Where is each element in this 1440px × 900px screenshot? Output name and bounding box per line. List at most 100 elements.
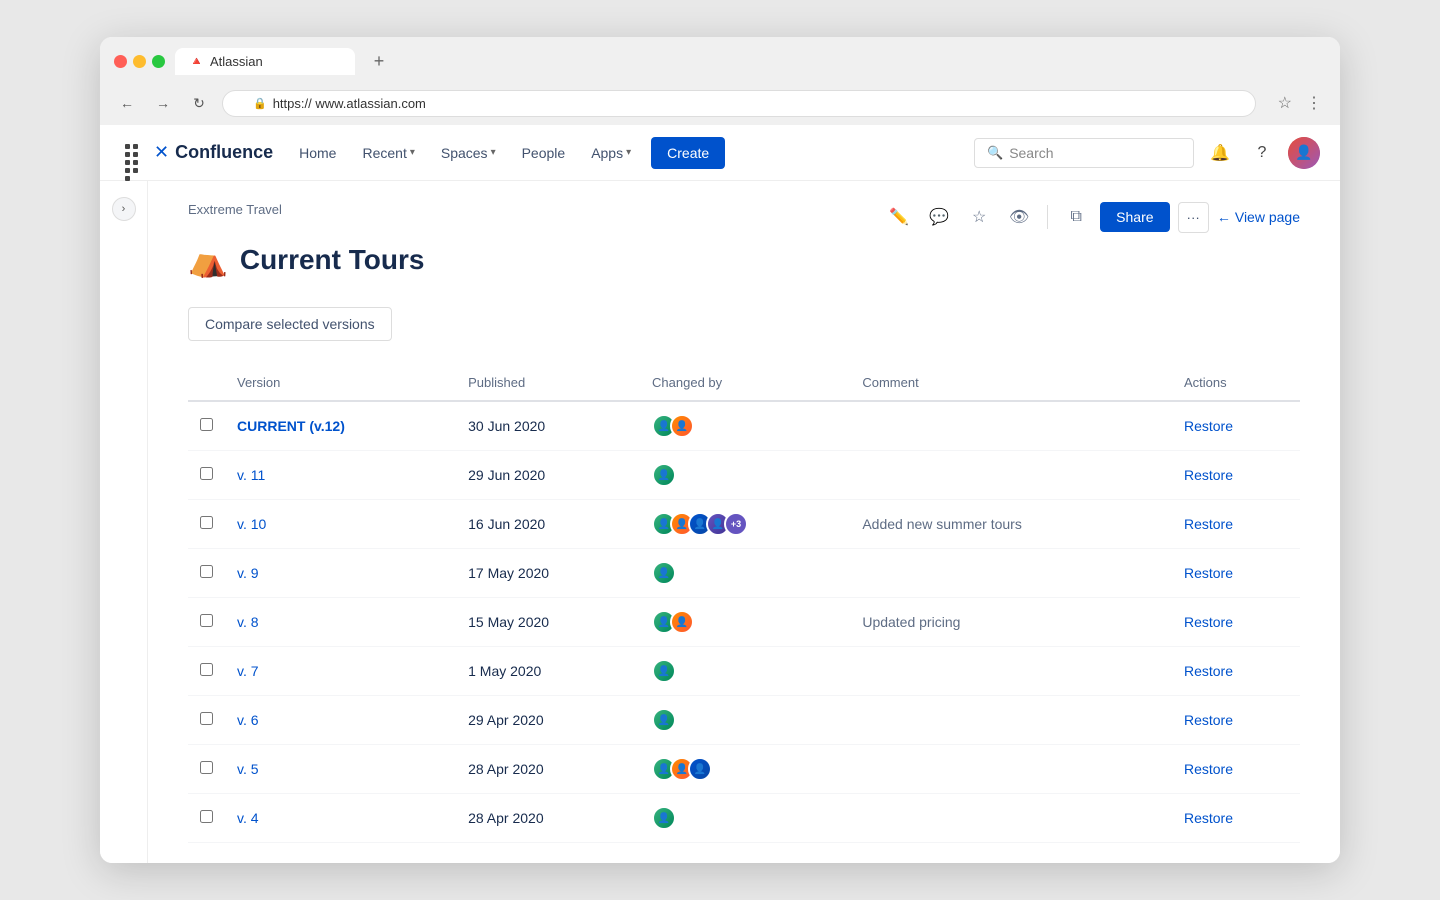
back-arrow-icon: ← <box>1217 209 1231 225</box>
nav-apps[interactable]: Apps ▾ <box>581 137 641 169</box>
create-button[interactable]: Create <box>651 137 725 169</box>
published-date: 16 Jun 2020 <box>456 500 640 549</box>
search-icon: 🔍 <box>987 145 1003 161</box>
restore-link[interactable]: Restore <box>1184 761 1233 777</box>
top-navigation: ✕ Confluence Home Recent ▾ Spaces ▾ Peop… <box>100 125 1340 181</box>
comment-col-header: Comment <box>850 365 1172 401</box>
minimize-button[interactable] <box>133 55 146 68</box>
url-text: https:// www.atlassian.com <box>273 96 426 111</box>
avatar-small: 👤 <box>670 610 694 634</box>
restore-link[interactable]: Restore <box>1184 516 1233 532</box>
close-button[interactable] <box>114 55 127 68</box>
version-link[interactable]: v. 9 <box>237 565 259 581</box>
row-checkbox[interactable] <box>200 810 213 823</box>
notifications-button[interactable]: 🔔 <box>1204 137 1236 169</box>
version-col-header: Version <box>225 365 456 401</box>
row-checkbox[interactable] <box>200 614 213 627</box>
avatar-small: 👤 <box>652 806 676 830</box>
bookmark-button[interactable]: ☆ <box>1274 89 1296 117</box>
grid-icon[interactable] <box>120 139 148 167</box>
traffic-lights <box>114 55 165 68</box>
nav-recent[interactable]: Recent ▾ <box>352 137 424 169</box>
row-checkbox[interactable] <box>200 418 213 431</box>
share-button[interactable]: Share <box>1100 202 1169 232</box>
table-row: v. 428 Apr 2020👤Restore <box>188 794 1300 843</box>
published-date: 29 Apr 2020 <box>456 696 640 745</box>
help-button[interactable]: ? <box>1246 137 1278 169</box>
avatars-group: 👤 <box>652 561 838 585</box>
tab-label: Atlassian <box>210 54 263 69</box>
avatars-group: 👤 <box>652 806 838 830</box>
restore-link[interactable]: Restore <box>1184 565 1233 581</box>
nav-home[interactable]: Home <box>289 137 346 169</box>
search-box[interactable]: 🔍 Search <box>974 138 1194 168</box>
table-row: v. 528 Apr 2020👤👤👤Restore <box>188 745 1300 794</box>
compare-versions-button[interactable]: Compare selected versions <box>188 307 392 341</box>
restore-link[interactable]: Restore <box>1184 614 1233 630</box>
row-checkbox[interactable] <box>200 516 213 529</box>
row-checkbox[interactable] <box>200 467 213 480</box>
page-title: Current Tours <box>240 244 425 276</box>
more-button[interactable]: ··· <box>1178 202 1209 233</box>
avatars-group: 👤👤👤👤+3 <box>652 512 838 536</box>
row-checkbox[interactable] <box>200 712 213 725</box>
nav-people[interactable]: People <box>512 137 576 169</box>
avatars-group: 👤 <box>652 463 838 487</box>
published-date: 1 May 2020 <box>456 647 640 696</box>
page-title-area: ⛺ Current Tours <box>188 241 1300 279</box>
address-bar[interactable]: 🔒 https:// www.atlassian.com <box>222 90 1256 117</box>
version-link[interactable]: v. 11 <box>237 467 265 483</box>
avatar-count: +3 <box>724 512 748 536</box>
avatar-small: 👤 <box>652 561 676 585</box>
version-link[interactable]: CURRENT (v.12) <box>237 418 345 434</box>
comment-text <box>850 647 1172 696</box>
version-link[interactable]: v. 6 <box>237 712 259 728</box>
version-link[interactable]: v. 8 <box>237 614 259 630</box>
restore-link[interactable]: Restore <box>1184 712 1233 728</box>
version-link[interactable]: v. 4 <box>237 810 259 826</box>
back-button[interactable]: ← <box>114 90 140 116</box>
published-date: 15 May 2020 <box>456 598 640 647</box>
version-link[interactable]: v. 10 <box>237 516 266 532</box>
view-page-link[interactable]: ← View page <box>1217 209 1300 225</box>
version-link[interactable]: v. 7 <box>237 663 259 679</box>
row-checkbox[interactable] <box>200 663 213 676</box>
restore-link[interactable]: Restore <box>1184 418 1233 434</box>
forward-button[interactable]: → <box>150 90 176 116</box>
table-row: v. 9 17 May 2020 👤 Restore <box>188 549 1300 598</box>
table-row: v. 7 1 May 2020 👤 Restore <box>188 647 1300 696</box>
new-tab-button[interactable]: + <box>365 47 393 75</box>
sidebar-toggle-area: › <box>100 181 148 863</box>
row-checkbox[interactable] <box>200 761 213 774</box>
page-actions: ✏️ 💬 ☆ 👁 ⧉ Share ··· ← View page <box>883 201 1300 233</box>
nav-spaces[interactable]: Spaces ▾ <box>431 137 506 169</box>
version-table: Version Published Changed by Comment Act… <box>188 365 1300 843</box>
maximize-button[interactable] <box>152 55 165 68</box>
version-link[interactable]: v. 5 <box>237 761 259 777</box>
edit-button[interactable]: ✏️ <box>883 201 915 233</box>
restore-link[interactable]: Restore <box>1184 810 1233 826</box>
avatar-small: 👤 <box>670 414 694 438</box>
table-row: v. 629 Apr 2020👤Restore <box>188 696 1300 745</box>
spaces-arrow: ▾ <box>491 147 496 158</box>
row-checkbox[interactable] <box>200 565 213 578</box>
comment-text: Updated pricing <box>850 598 1172 647</box>
browser-tab[interactable]: 🔺 Atlassian <box>175 48 355 75</box>
copy-button[interactable]: ⧉ <box>1060 201 1092 233</box>
comment-text <box>850 696 1172 745</box>
published-date: 17 May 2020 <box>456 549 640 598</box>
more-options-button[interactable]: ⋮ <box>1302 89 1326 117</box>
user-avatar[interactable]: 👤 <box>1288 137 1320 169</box>
lock-icon: 🔒 <box>253 97 267 110</box>
comment-button[interactable]: 💬 <box>923 201 955 233</box>
avatars-group: 👤👤 <box>652 610 838 634</box>
restore-link[interactable]: Restore <box>1184 663 1233 679</box>
refresh-button[interactable]: ↻ <box>186 90 212 116</box>
confluence-logo[interactable]: ✕ Confluence <box>154 142 273 163</box>
avatars-group: 👤 <box>652 659 838 683</box>
sidebar-toggle-button[interactable]: › <box>112 197 136 221</box>
star-button[interactable]: ☆ <box>963 201 995 233</box>
watch-button[interactable]: 👁 <box>1003 201 1035 233</box>
table-row: v. 1129 Jun 2020👤Restore <box>188 451 1300 500</box>
restore-link[interactable]: Restore <box>1184 467 1233 483</box>
